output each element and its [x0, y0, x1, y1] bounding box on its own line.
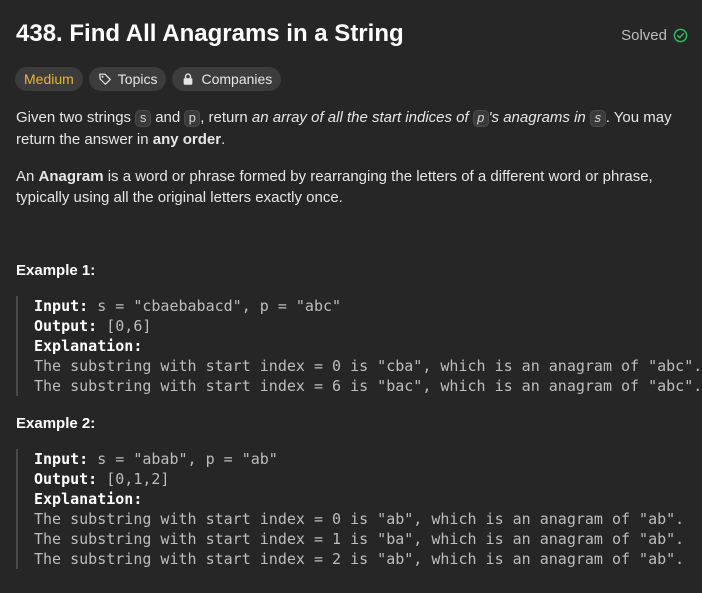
check-circle-icon: [673, 28, 688, 43]
strong-text: Anagram: [38, 168, 104, 185]
explanation-line: The substring with start index = 0 is "c…: [34, 357, 702, 375]
example-input-line: Input: s = "cbaebabacd", p = "abc": [34, 296, 702, 316]
text: an array of all the start indices of: [251, 109, 473, 126]
text: Given two strings: [16, 109, 136, 126]
example-output-line: Output: [0,6]: [34, 316, 702, 336]
companies-label: Companies: [201, 71, 273, 87]
input-value: s = "cbaebabacd", p = "abc": [88, 297, 342, 315]
output-label: Output:: [34, 470, 98, 488]
text: 's anagrams in: [488, 109, 590, 126]
example-2-block: Input: s = "abab", p = "ab" Output: [0,1,…: [16, 449, 702, 569]
example-2-heading: Example 2:: [16, 415, 96, 432]
solved-status: Solved: [621, 27, 688, 44]
example-1-heading: Example 1:: [16, 262, 96, 279]
example-output-line: Output: [0,1,2]: [34, 469, 702, 489]
text: and: [151, 109, 185, 126]
explanation-label: Explanation:: [34, 490, 143, 508]
explanation-label: Explanation:: [34, 337, 143, 355]
inline-code-p: p: [184, 110, 201, 127]
input-value: s = "abab", p = "ab": [88, 450, 278, 468]
companies-button[interactable]: Companies: [172, 67, 282, 91]
explanation-line: The substring with start index = 1 is "b…: [34, 530, 685, 548]
output-label: Output:: [34, 317, 98, 335]
topics-button[interactable]: Topics: [88, 67, 167, 91]
topics-label: Topics: [117, 71, 158, 87]
input-label: Input:: [34, 450, 89, 468]
difficulty-label: Medium: [24, 71, 74, 87]
text: , return: [200, 109, 252, 126]
description-paragraph-2: An Anagram is a word or phrase formed by…: [16, 166, 692, 208]
lock-icon: [184, 73, 193, 85]
output-value: [0,6]: [97, 317, 152, 335]
text: is a word or phrase formed by rearrangin…: [16, 168, 653, 206]
strong-text: any order: [152, 131, 222, 148]
problem-title: 438. Find All Anagrams in a String: [16, 20, 404, 47]
example-1-block: Input: s = "cbaebabacd", p = "abc" Output…: [16, 296, 702, 396]
tag-icon: [98, 73, 111, 85]
explanation-line: The substring with start index = 6 is "b…: [34, 377, 702, 395]
description-paragraph-1: Given two strings s and p, return an arr…: [16, 107, 692, 150]
explanation-line: The substring with start index = 0 is "a…: [34, 510, 685, 528]
problem-description: Given two strings s and p, return an arr…: [16, 107, 692, 208]
inline-code-s: s: [589, 110, 606, 127]
text: .: [221, 131, 226, 148]
tag-bar: Medium Topics Companies: [15, 67, 282, 91]
input-label: Input:: [34, 297, 89, 315]
solved-label: Solved: [621, 27, 667, 44]
text: An: [16, 168, 39, 185]
inline-code-p: p: [472, 110, 489, 127]
emphasis-text: an array of all the start indices of p's…: [251, 109, 606, 127]
explanation-line: The substring with start index = 2 is "a…: [34, 550, 685, 568]
example-input-line: Input: s = "abab", p = "ab": [34, 449, 702, 469]
difficulty-badge[interactable]: Medium: [15, 67, 83, 91]
inline-code-s: s: [135, 110, 152, 127]
output-value: [0,1,2]: [97, 470, 170, 488]
